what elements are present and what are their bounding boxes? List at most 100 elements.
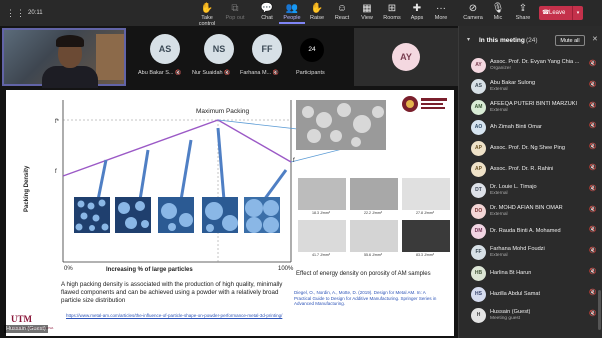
participant-name: AFEEQA PUTERI BINTI MARZUKI [490, 100, 578, 107]
pop-out-button: ⧉ Pop out [222, 2, 248, 24]
f-s-label: f [55, 169, 57, 175]
participant-row[interactable]: AO Ah Zimah Binti Omar 🔇 [459, 118, 602, 137]
view-button[interactable]: ▦ View [354, 2, 380, 24]
chevron-down-icon[interactable]: ▾ [467, 36, 470, 43]
participant-row[interactable]: DO Dr. MOHD AFIAN BIN OMAR External 🔇 [459, 202, 602, 221]
react-icon: ☺ [336, 3, 348, 14]
presenter-video[interactable] [2, 28, 126, 88]
micrograph-tile [350, 178, 398, 210]
participant-role: External [490, 86, 508, 92]
people-button[interactable]: 👥 People [279, 2, 305, 24]
participant-row[interactable]: AM AFEEQA PUTERI BINTI MARZUKI External 🔇 [459, 98, 602, 117]
share-icon: ⇪ [518, 3, 528, 14]
micrograph-tile [298, 220, 346, 252]
avatar: AS [471, 78, 486, 94]
avatar: HB [471, 266, 486, 281]
take-control-icon: ✋ [200, 3, 214, 14]
participant-row[interactable]: DT Dr. Louie L. Timajo External 🔇 [459, 181, 602, 200]
chat-button[interactable]: 💬 Chat [254, 2, 280, 24]
participant-row[interactable]: HB Harlina Bt Harun 🔇 [459, 264, 602, 283]
arrow [138, 149, 150, 201]
camera-button[interactable]: ⊘ Camera [460, 2, 486, 24]
x-axis-label: Increasing % of large particles [106, 267, 193, 273]
micrograph-label: 22.2 J/mm³ [364, 211, 382, 215]
arrow [96, 159, 108, 201]
participant-row[interactable]: AP Assoc. Prof. Dr. Ng Shee Ping 🔇 [459, 139, 602, 158]
micrograph-label: 55.6 J/mm³ [364, 253, 382, 257]
participants-panel: ▾ In this meeting (24) Mute all ✕ AY Asso… [458, 26, 602, 338]
participant-name: Farhana Mohd Foudzi [490, 246, 545, 253]
micrograph-tile [402, 220, 450, 252]
participant-row[interactable]: AY Assoc. Prof. Dr. Evyan Yang Chia ... Or… [459, 56, 602, 75]
university-seal-logo [400, 92, 448, 116]
mic-off-icon: 🔇 [589, 165, 597, 171]
mic-off-icon: 🔇 [589, 102, 597, 109]
avatar: H [471, 307, 486, 323]
share-button[interactable]: ⇪ Share [510, 2, 536, 24]
avatar: DO [471, 203, 486, 219]
f-l-label: f [293, 158, 295, 164]
participant-tile[interactable]: NS Nur Suaidah 🔇 [192, 30, 244, 80]
mic-off-icon: 🔇 [175, 70, 182, 76]
micrograph-label: 27.8 J/mm³ [416, 211, 434, 215]
avatar: AM [471, 99, 486, 115]
participant-row[interactable]: FF Farhana Mohd Foudzi External 🔇 [459, 243, 602, 262]
apps-icon: ✚ [412, 3, 422, 14]
take-control-button[interactable]: ✋ Take control [194, 2, 220, 27]
panel-count: (24) [526, 37, 538, 44]
mic-button[interactable]: 🎙 Mic [485, 2, 511, 24]
participant-row[interactable]: AP Assoc. Prof. Dr. R. Rahini 🔇 [459, 160, 602, 179]
maximum-packing-label: Maximum Packing [196, 108, 250, 115]
participant-row[interactable]: AS Abu Bakar Sulong External 🔇 [459, 77, 602, 96]
participant-tile-ay[interactable]: AY [354, 28, 458, 86]
avatar: AP [471, 141, 486, 157]
participant-name: Dr. Louie L. Timajo [490, 183, 537, 190]
participant-tile[interactable]: AS Abu Bakar S... 🔇 [138, 30, 190, 80]
avatar: AY [471, 58, 486, 73]
slide-description: A high packing density is associated wit… [61, 281, 283, 304]
micrograph-tile [350, 220, 398, 252]
mic-icon: 🎙 [491, 3, 505, 14]
participant-name: Abu Bakar Sulong [490, 79, 536, 86]
participant-role: External [490, 211, 508, 217]
participant-name: Hazilla Abdul Samat [490, 290, 541, 297]
more-icon: ··· [436, 3, 446, 14]
participant-row[interactable]: DM Dr. Rauda Binti A. Mohamed 🔇 [459, 222, 602, 241]
close-icon[interactable]: ✕ [592, 35, 598, 43]
participants-count-badge[interactable]: 24 [300, 38, 324, 62]
avatar: AO [471, 120, 486, 136]
panel-title: In this meeting [479, 37, 525, 44]
presenter-name-label: Hussain (Guest) [4, 325, 48, 333]
citation-text: Diegel, O., Nordin, A., Motte, D. (2019)… [294, 290, 437, 307]
participant-row[interactable]: HS Hazilla Abdul Samat 🔇 [459, 285, 602, 304]
avatar: HS [471, 286, 486, 302]
participant-tile[interactable]: FF Farhana M... 🔇 [240, 30, 292, 80]
participant-role: External [490, 190, 508, 196]
mic-off-icon: 🔇 [589, 310, 597, 317]
participant-name: Harlina Bt Harun [490, 270, 532, 276]
raise-hand-button[interactable]: ✋ Raise [304, 2, 330, 24]
mic-off-icon: 🔇 [589, 123, 597, 130]
mic-off-icon: 🔇 [589, 185, 597, 192]
micrograph-tile [402, 178, 450, 210]
micrograph-label: 18.3 J/mm³ [312, 211, 330, 215]
participant-name: Assoc. Prof. Dr. Ng Shee Ping [490, 145, 565, 152]
people-icon: 👥 [285, 3, 299, 14]
mic-off-icon: 🔇 [589, 144, 597, 151]
rooms-button[interactable]: ⊞ Rooms [379, 2, 405, 24]
mic-off-icon: 🔇 [589, 248, 597, 255]
scrollbar[interactable] [598, 290, 601, 330]
leave-dropdown-chevron-icon[interactable]: ▾ [572, 6, 583, 20]
more-button[interactable]: ··· More [428, 2, 454, 24]
apps-button[interactable]: ✚ Apps [404, 2, 430, 24]
react-button[interactable]: ☺ React [329, 2, 355, 24]
packing-curve [62, 119, 292, 177]
mute-all-button[interactable]: Mute all [555, 35, 585, 46]
callout-line [217, 119, 307, 131]
grid-icon[interactable]: ⋮⋮ [6, 8, 26, 19]
mic-off-icon: 🔇 [589, 269, 597, 275]
participant-row[interactable]: H Hussain (Guest) Meeting guest 🔇 [459, 306, 602, 325]
micrograph-tile [298, 178, 346, 210]
particle-box-group [74, 197, 280, 233]
reference-link[interactable]: https://www.metal-am.com/articles/the-in… [66, 313, 286, 319]
